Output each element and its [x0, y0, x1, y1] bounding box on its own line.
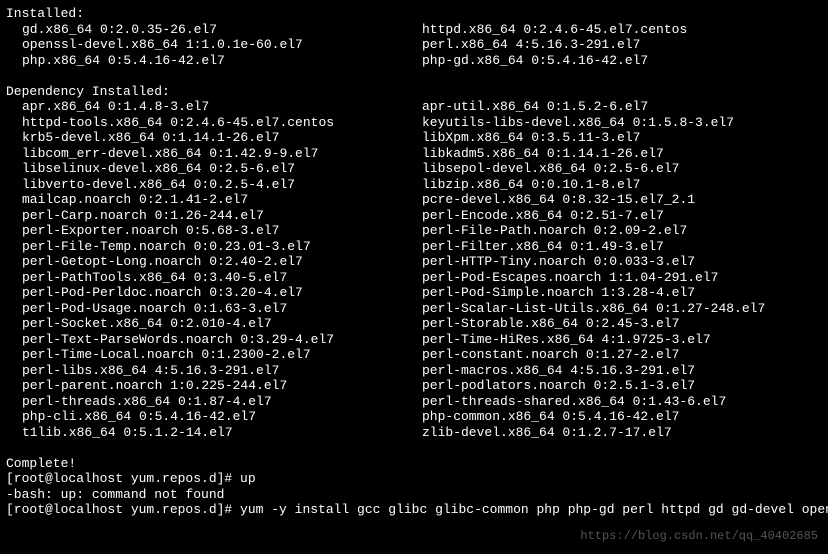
package-entry: perl-Socket.x86_64 0:2.010-4.el7	[22, 316, 422, 332]
package-entry: mailcap.noarch 0:2.1.41-2.el7	[22, 192, 422, 208]
package-entry: libselinux-devel.x86_64 0:2.5-6.el7	[22, 161, 422, 177]
package-row: perl-Pod-Usage.noarch 0:1.63-3.el7perl-S…	[6, 301, 822, 317]
package-entry: perl-Scalar-List-Utils.x86_64 0:1.27-248…	[422, 301, 765, 317]
package-row: krb5-devel.x86_64 0:1.14.1-26.el7libXpm.…	[6, 130, 822, 146]
deps-list: apr.x86_64 0:1.4.8-3.el7apr-util.x86_64 …	[6, 99, 822, 440]
package-entry: perl-podlators.noarch 0:2.5.1-3.el7	[422, 378, 695, 394]
complete-message: Complete!	[6, 456, 822, 472]
package-row: gd.x86_64 0:2.0.35-26.el7httpd.x86_64 0:…	[6, 22, 822, 38]
package-entry: gd.x86_64 0:2.0.35-26.el7	[22, 22, 422, 38]
package-row: t1lib.x86_64 0:5.1.2-14.el7zlib-devel.x8…	[6, 425, 822, 441]
package-entry: perl-Time-HiRes.x86_64 4:1.9725-3.el7	[422, 332, 711, 348]
package-entry: perl-parent.noarch 1:0.225-244.el7	[22, 378, 422, 394]
package-row: apr.x86_64 0:1.4.8-3.el7apr-util.x86_64 …	[6, 99, 822, 115]
package-entry: perl-Filter.x86_64 0:1.49-3.el7	[422, 239, 664, 255]
package-entry: httpd-tools.x86_64 0:2.4.6-45.el7.centos	[22, 115, 422, 131]
package-entry: libverto-devel.x86_64 0:0.2.5-4.el7	[22, 177, 422, 193]
package-entry: perl-macros.x86_64 4:5.16.3-291.el7	[422, 363, 695, 379]
package-row: perl-Time-Local.noarch 0:1.2300-2.el7per…	[6, 347, 822, 363]
package-entry: libXpm.x86_64 0:3.5.11-3.el7	[422, 130, 640, 146]
package-row: perl-Getopt-Long.noarch 0:2.40-2.el7perl…	[6, 254, 822, 270]
section-header-installed: Installed:	[6, 6, 822, 22]
installed-list: gd.x86_64 0:2.0.35-26.el7httpd.x86_64 0:…	[6, 22, 822, 69]
package-row: perl-Pod-Perldoc.noarch 0:3.20-4.el7perl…	[6, 285, 822, 301]
package-row: perl-Exporter.noarch 0:5.68-3.el7perl-Fi…	[6, 223, 822, 239]
package-entry: perl-Carp.noarch 0:1.26-244.el7	[22, 208, 422, 224]
package-row: perl-Socket.x86_64 0:2.010-4.el7perl-Sto…	[6, 316, 822, 332]
watermark: https://blog.csdn.net/qq_40402685	[580, 529, 818, 545]
package-entry: perl-Time-Local.noarch 0:1.2300-2.el7	[22, 347, 422, 363]
package-entry: php-gd.x86_64 0:5.4.16-42.el7	[422, 53, 648, 69]
package-entry: perl.x86_64 4:5.16.3-291.el7	[422, 37, 640, 53]
package-row: perl-Text-ParseWords.noarch 0:3.29-4.el7…	[6, 332, 822, 348]
package-entry: apr-util.x86_64 0:1.5.2-6.el7	[422, 99, 648, 115]
package-entry: libkadm5.x86_64 0:1.14.1-26.el7	[422, 146, 664, 162]
package-entry: libcom_err-devel.x86_64 0:1.42.9-9.el7	[22, 146, 422, 162]
package-entry: pcre-devel.x86_64 0:8.32-15.el7_2.1	[422, 192, 695, 208]
package-row: libselinux-devel.x86_64 0:2.5-6.el7libse…	[6, 161, 822, 177]
package-row: php-cli.x86_64 0:5.4.16-42.el7php-common…	[6, 409, 822, 425]
package-row: php.x86_64 0:5.4.16-42.el7php-gd.x86_64 …	[6, 53, 822, 69]
package-row: perl-threads.x86_64 0:1.87-4.el7perl-thr…	[6, 394, 822, 410]
package-entry: perl-libs.x86_64 4:5.16.3-291.el7	[22, 363, 422, 379]
package-row: openssl-devel.x86_64 1:1.0.1e-60.el7perl…	[6, 37, 822, 53]
package-entry: perl-Text-ParseWords.noarch 0:3.29-4.el7	[22, 332, 422, 348]
package-row: httpd-tools.x86_64 0:2.4.6-45.el7.centos…	[6, 115, 822, 131]
package-entry: openssl-devel.x86_64 1:1.0.1e-60.el7	[22, 37, 422, 53]
package-entry: perl-Pod-Perldoc.noarch 0:3.20-4.el7	[22, 285, 422, 301]
package-row: perl-File-Temp.noarch 0:0.23.01-3.el7per…	[6, 239, 822, 255]
package-entry: libsepol-devel.x86_64 0:2.5-6.el7	[422, 161, 679, 177]
package-entry: httpd.x86_64 0:2.4.6-45.el7.centos	[422, 22, 687, 38]
package-entry: perl-Pod-Escapes.noarch 1:1.04-291.el7	[422, 270, 718, 286]
package-entry: perl-constant.noarch 0:1.27-2.el7	[422, 347, 679, 363]
package-entry: php.x86_64 0:5.4.16-42.el7	[22, 53, 422, 69]
package-row: perl-PathTools.x86_64 0:3.40-5.el7perl-P…	[6, 270, 822, 286]
package-entry: perl-threads-shared.x86_64 0:1.43-6.el7	[422, 394, 726, 410]
package-entry: perl-PathTools.x86_64 0:3.40-5.el7	[22, 270, 422, 286]
package-row: perl-Carp.noarch 0:1.26-244.el7perl-Enco…	[6, 208, 822, 224]
package-entry: perl-Getopt-Long.noarch 0:2.40-2.el7	[22, 254, 422, 270]
shell-prompt-2[interactable]: [root@localhost yum.repos.d]# yum -y ins…	[6, 502, 822, 518]
package-entry: perl-File-Path.noarch 0:2.09-2.el7	[422, 223, 687, 239]
terminal-output: Installed: gd.x86_64 0:2.0.35-26.el7http…	[6, 6, 822, 518]
package-entry: perl-File-Temp.noarch 0:0.23.01-3.el7	[22, 239, 422, 255]
package-row: libcom_err-devel.x86_64 0:1.42.9-9.el7li…	[6, 146, 822, 162]
package-entry: perl-Exporter.noarch 0:5.68-3.el7	[22, 223, 422, 239]
package-entry: php-cli.x86_64 0:5.4.16-42.el7	[22, 409, 422, 425]
package-entry: perl-Pod-Usage.noarch 0:1.63-3.el7	[22, 301, 422, 317]
package-entry: php-common.x86_64 0:5.4.16-42.el7	[422, 409, 679, 425]
package-row: perl-parent.noarch 1:0.225-244.el7perl-p…	[6, 378, 822, 394]
package-row: libverto-devel.x86_64 0:0.2.5-4.el7libzi…	[6, 177, 822, 193]
package-row: perl-libs.x86_64 4:5.16.3-291.el7perl-ma…	[6, 363, 822, 379]
package-row: mailcap.noarch 0:2.1.41-2.el7pcre-devel.…	[6, 192, 822, 208]
package-entry: perl-HTTP-Tiny.noarch 0:0.033-3.el7	[422, 254, 695, 270]
package-entry: zlib-devel.x86_64 0:1.2.7-17.el7	[422, 425, 672, 441]
package-entry: libzip.x86_64 0:0.10.1-8.el7	[422, 177, 640, 193]
package-entry: perl-threads.x86_64 0:1.87-4.el7	[22, 394, 422, 410]
shell-error: -bash: up: command not found	[6, 487, 822, 503]
shell-prompt-1: [root@localhost yum.repos.d]# up	[6, 471, 822, 487]
package-entry: perl-Pod-Simple.noarch 1:3.28-4.el7	[422, 285, 695, 301]
package-entry: perl-Storable.x86_64 0:2.45-3.el7	[422, 316, 679, 332]
package-entry: krb5-devel.x86_64 0:1.14.1-26.el7	[22, 130, 422, 146]
section-header-deps: Dependency Installed:	[6, 84, 822, 100]
package-entry: t1lib.x86_64 0:5.1.2-14.el7	[22, 425, 422, 441]
package-entry: perl-Encode.x86_64 0:2.51-7.el7	[422, 208, 664, 224]
package-entry: keyutils-libs-devel.x86_64 0:1.5.8-3.el7	[422, 115, 734, 131]
package-entry: apr.x86_64 0:1.4.8-3.el7	[22, 99, 422, 115]
